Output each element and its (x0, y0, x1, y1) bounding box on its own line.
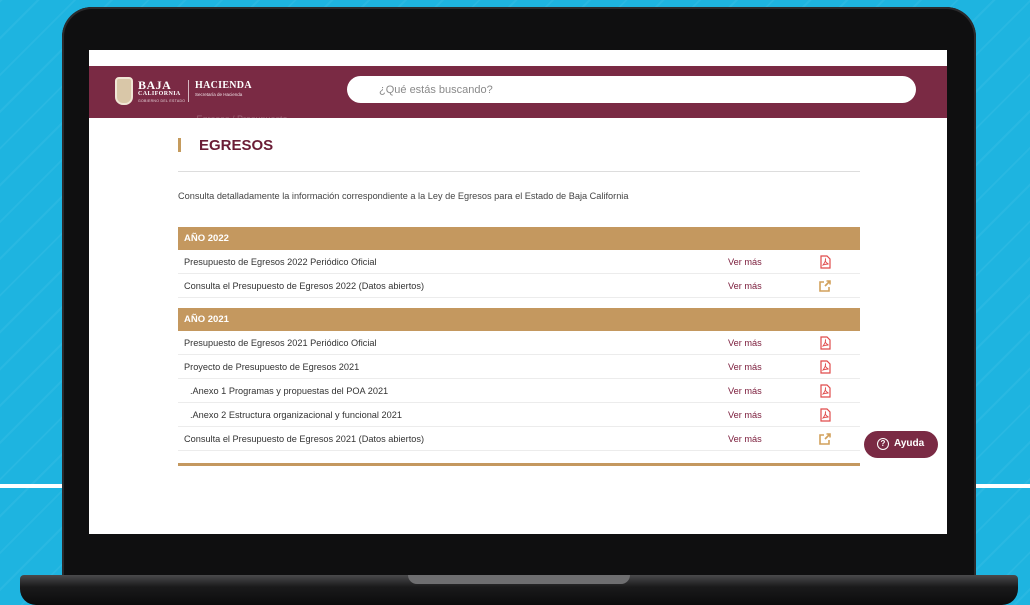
table-row: Proyecto de Presupuesto de Egresos 2021 V… (178, 355, 860, 379)
external-link-icon[interactable] (818, 279, 832, 293)
state-seal-icon (115, 77, 133, 105)
pdf-icon[interactable] (818, 360, 832, 374)
table-row: .Anexo 2 Estructura organizacional y fun… (178, 403, 860, 427)
logo-gobierno: GOBIERNO DEL ESTADO (138, 99, 186, 103)
ver-mas-link[interactable]: Ver más (728, 434, 762, 444)
row-label: Presupuesto de Egresos 2021 Periódico Of… (184, 338, 377, 348)
table-row: Consulta el Presupuesto de Egresos 2021 … (178, 427, 860, 451)
page-description: Consulta detalladamente la información c… (178, 191, 629, 201)
table-row: Presupuesto de Egresos 2022 Periódico Of… (178, 250, 860, 274)
page-title: EGRESOS (199, 137, 274, 154)
section-heading: AÑO 2022 (178, 227, 860, 250)
pdf-icon[interactable] (818, 384, 832, 398)
external-link-icon[interactable] (818, 432, 832, 446)
help-icon: ? (877, 438, 889, 450)
table-row: Presupuesto de Egresos 2021 Periódico Of… (178, 331, 860, 355)
table-row: .Anexo 1 Programas y propuestas del POA … (178, 379, 860, 403)
breadcrumb-ghost: … Egresos / Presupuesto (185, 114, 288, 124)
year-section: AÑO 2021 Presupuesto de Egresos 2021 Peri… (178, 308, 860, 451)
ver-mas-link[interactable]: Ver más (728, 362, 762, 372)
title-accent-bar (178, 138, 181, 152)
site-logo[interactable]: BAJA CALIFORNIA GOBIERNO DEL ESTADO HACI… (115, 77, 265, 107)
table-bottom-rule (178, 463, 860, 466)
logo-california: CALIFORNIA (138, 91, 181, 97)
ver-mas-link[interactable]: Ver más (728, 281, 762, 291)
ver-mas-link[interactable]: Ver más (728, 386, 762, 396)
row-label: Consulta el Presupuesto de Egresos 2022 … (184, 281, 425, 291)
ver-mas-link[interactable]: Ver más (728, 257, 762, 267)
laptop-screen: BAJA CALIFORNIA GOBIERNO DEL ESTADO HACI… (89, 50, 947, 534)
year-section: AÑO 2022 Presupuesto de Egresos 2022 Peri… (178, 227, 860, 298)
row-label: Presupuesto de Egresos 2022 Periódico Of… (184, 257, 377, 267)
logo-divider (188, 80, 189, 102)
row-label: Consulta el Presupuesto de Egresos 2021 … (184, 434, 425, 444)
ver-mas-link[interactable]: Ver más (728, 338, 762, 348)
row-label: .Anexo 1 Programas y propuestas del POA … (190, 386, 389, 396)
search-input[interactable] (347, 76, 916, 103)
help-label: Ayuda (894, 438, 925, 449)
title-divider (178, 171, 860, 172)
logo-secretaria: Secretaría de Hacienda (195, 92, 243, 97)
row-label: Proyecto de Presupuesto de Egresos 2021 (184, 362, 360, 372)
logo-hacienda: HACIENDA (195, 80, 252, 91)
section-heading: AÑO 2021 (178, 308, 860, 331)
table-row: Consulta el Presupuesto de Egresos 2022 … (178, 274, 860, 298)
site-header: BAJA CALIFORNIA GOBIERNO DEL ESTADO HACI… (89, 66, 947, 124)
ver-mas-link[interactable]: Ver más (728, 410, 762, 420)
laptop-notch (408, 575, 630, 584)
pdf-icon[interactable] (818, 336, 832, 350)
pdf-icon[interactable] (818, 408, 832, 422)
pdf-icon[interactable] (818, 255, 832, 269)
help-button[interactable]: ? Ayuda (864, 431, 938, 458)
row-label: .Anexo 2 Estructura organizacional y fun… (190, 410, 402, 420)
